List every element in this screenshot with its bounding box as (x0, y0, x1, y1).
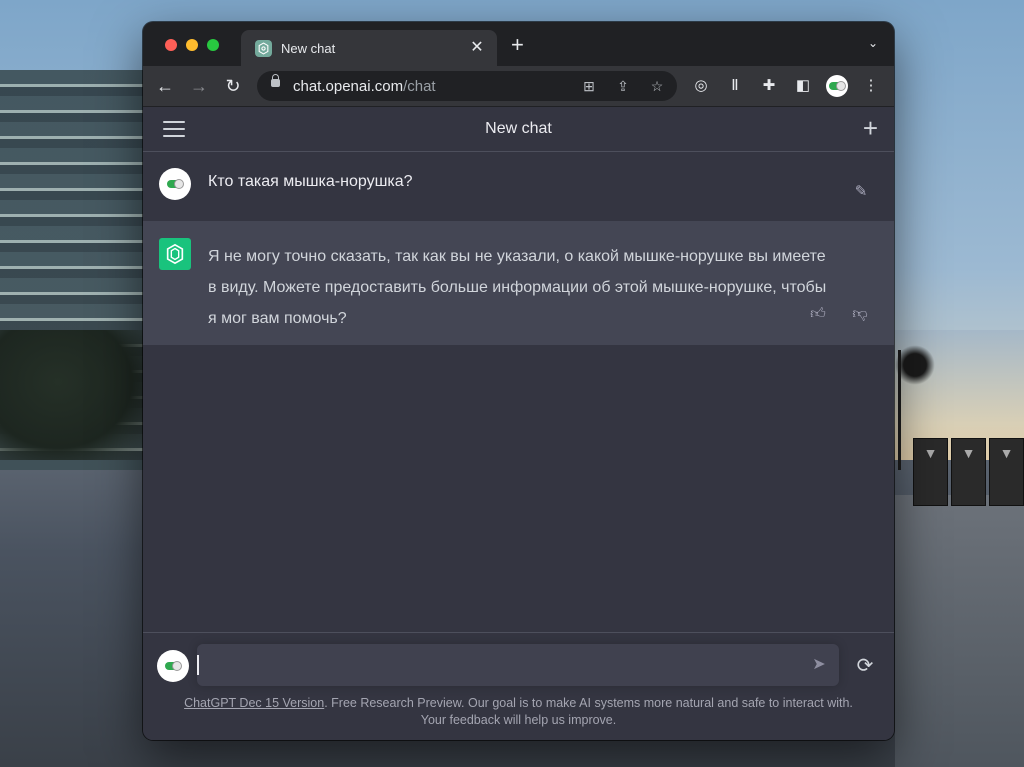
lock-icon[interactable] (271, 74, 280, 87)
send-icon[interactable]: ➤ (809, 655, 829, 675)
footer-text-2: Your feedback will help us improve. (420, 713, 617, 727)
chatgpt-favicon-icon (255, 40, 272, 57)
avatar (157, 650, 189, 682)
regenerate-icon[interactable]: ⟳ (854, 655, 876, 677)
assistant-message: Я не могу точно сказать, так как вы не у… (143, 221, 894, 345)
composer-area: ➤ ⟳ ChatGPT Dec 15 Version. Free Researc… (143, 632, 894, 740)
wallpaper-sign (913, 438, 1024, 506)
tab-title: New chat (281, 41, 336, 56)
message-input[interactable] (205, 644, 809, 688)
star-icon[interactable]: ☆ (647, 76, 667, 96)
close-window-button[interactable] (165, 39, 177, 51)
kebab-icon[interactable]: ⋮ (859, 74, 883, 98)
chatgpt-logo-icon (159, 238, 191, 270)
page-title: New chat (485, 120, 552, 137)
footer-text: . Free Research Preview. Our goal is to … (324, 696, 853, 710)
browser-tab[interactable]: New chat ✕ (241, 30, 497, 66)
extension-icon[interactable]: Ⅱ (723, 74, 747, 98)
maximize-window-button[interactable] (207, 39, 219, 51)
share-icon[interactable]: ⇪ (613, 76, 633, 96)
tab-search-chevron-icon[interactable]: ⌄ (868, 36, 878, 50)
url-path: /chat (403, 78, 436, 95)
tab-bar: New chat ✕ + ⌄ (143, 22, 894, 66)
avatar (159, 168, 191, 200)
footer-disclaimer: ChatGPT Dec 15 Version. Free Research Pr… (143, 695, 894, 729)
sign-block (951, 438, 986, 506)
url-text[interactable]: chat.openai.com/chat (293, 78, 436, 95)
sign-block (913, 438, 948, 506)
version-link[interactable]: ChatGPT Dec 15 Version (184, 696, 324, 710)
thumbs-down-icon[interactable]: 👎︎ (850, 305, 870, 325)
message-input-box[interactable]: ➤ (197, 644, 839, 688)
url-host: chat.openai.com (293, 78, 404, 95)
edit-icon[interactable]: ✎ (852, 182, 870, 200)
sign-block (989, 438, 1024, 506)
browser-window: New chat ✕ + ⌄ ← → ↻ chat.openai.com/cha… (143, 22, 894, 740)
back-icon[interactable]: ← (153, 74, 177, 98)
reload-icon[interactable]: ↻ (221, 74, 245, 98)
puzzle-icon[interactable]: ✚ (757, 74, 781, 98)
text-caret (197, 655, 199, 675)
user-message: Кто такая мышка-норушка? ✎ (143, 152, 894, 222)
browser-toolbar: ← → ↻ chat.openai.com/chat ⊞ ⇪ ☆ ◎ Ⅱ ✚ ◧… (143, 66, 894, 107)
profile-avatar[interactable] (826, 75, 848, 97)
wallpaper-promenade (895, 495, 1024, 767)
plus-icon[interactable]: + (863, 113, 878, 143)
assistant-message-text: Я не могу точно сказать, так как вы не у… (208, 248, 827, 327)
new-tab-button[interactable]: + (511, 34, 524, 56)
forward-icon[interactable]: → (187, 74, 211, 98)
minimize-window-button[interactable] (186, 39, 198, 51)
wallpaper-trees (0, 330, 145, 460)
translate-icon[interactable]: ⊞ (579, 76, 599, 96)
wallpaper-palm-leaves (895, 345, 935, 385)
close-tab-icon[interactable]: ✕ (467, 37, 487, 57)
app-header: New chat + (143, 107, 894, 152)
user-message-text: Кто такая мышка-норушка? (208, 173, 413, 190)
sidepanel-icon[interactable]: ◧ (791, 74, 815, 98)
address-bar[interactable]: chat.openai.com/chat ⊞ ⇪ ☆ (257, 71, 677, 101)
extension-icon[interactable]: ◎ (689, 74, 713, 98)
thumbs-up-icon[interactable]: 👍︎ (808, 305, 828, 325)
